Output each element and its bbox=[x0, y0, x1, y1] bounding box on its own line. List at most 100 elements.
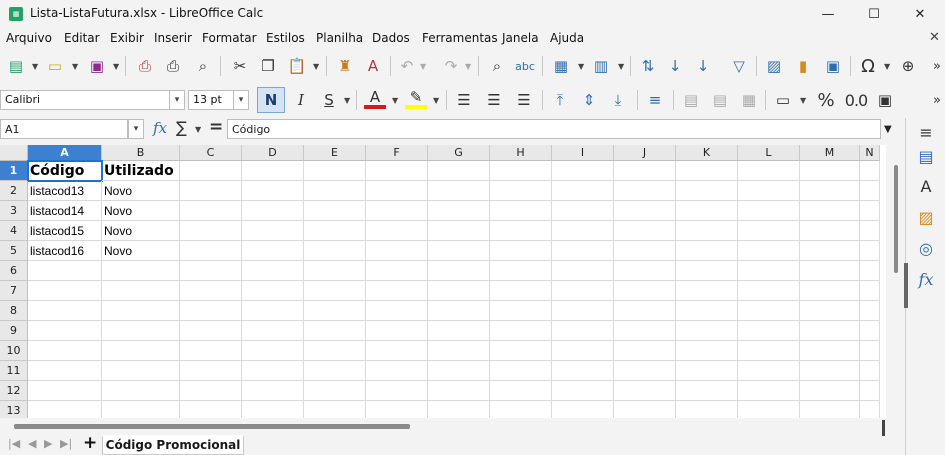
cell-l12[interactable] bbox=[738, 381, 800, 401]
cell-a10[interactable] bbox=[28, 341, 102, 361]
row-header-7[interactable]: 7 bbox=[0, 281, 28, 301]
cell-j6[interactable] bbox=[614, 261, 676, 281]
cell-h4[interactable] bbox=[490, 221, 552, 241]
merge-cells-icon[interactable]: ▤ bbox=[709, 89, 731, 111]
cell-i3[interactable] bbox=[552, 201, 614, 221]
cell-e10[interactable] bbox=[304, 341, 366, 361]
sort-ascending-icon[interactable]: ↓ bbox=[664, 55, 686, 77]
cell-k4[interactable] bbox=[676, 221, 738, 241]
cell-e11[interactable] bbox=[304, 361, 366, 381]
cell-m6[interactable] bbox=[800, 261, 860, 281]
row-header-10[interactable]: 10 bbox=[0, 341, 28, 361]
cell-e7[interactable] bbox=[304, 281, 366, 301]
cell-m1[interactable] bbox=[800, 161, 860, 181]
cell-c1[interactable] bbox=[180, 161, 242, 181]
cell-j4[interactable] bbox=[614, 221, 676, 241]
cell-e4[interactable] bbox=[304, 221, 366, 241]
cell-k8[interactable] bbox=[676, 301, 738, 321]
autofilter-icon[interactable]: ▽ bbox=[728, 55, 750, 77]
row-header-8[interactable]: 8 bbox=[0, 301, 28, 321]
row-header-11[interactable]: 11 bbox=[0, 361, 28, 381]
menu-planilha[interactable]: Planilha bbox=[316, 31, 363, 45]
column-header-m[interactable]: M bbox=[800, 145, 860, 161]
cell-b13[interactable] bbox=[102, 401, 180, 418]
sort-icon[interactable]: ⇅ bbox=[637, 55, 659, 77]
cell-f5[interactable] bbox=[366, 241, 428, 261]
undo-icon[interactable]: ↶ bbox=[396, 55, 418, 77]
overflow-chevron-icon[interactable]: » bbox=[926, 89, 945, 111]
cell-a3[interactable]: listacod14 bbox=[28, 201, 102, 221]
cell-d6[interactable] bbox=[242, 261, 304, 281]
cell-b5[interactable]: Novo bbox=[102, 241, 180, 261]
cell-l9[interactable] bbox=[738, 321, 800, 341]
chevron-down-icon[interactable]: ▼ bbox=[113, 62, 119, 71]
styles-icon[interactable]: A bbox=[914, 174, 938, 198]
menu-exibir[interactable]: Exibir bbox=[110, 31, 144, 45]
cell-k9[interactable] bbox=[676, 321, 738, 341]
chevron-down-icon[interactable]: ▾ bbox=[169, 90, 185, 110]
hyperlink-icon[interactable]: ⊕ bbox=[897, 55, 919, 77]
cell-f3[interactable] bbox=[366, 201, 428, 221]
align-middle-icon[interactable]: ⇕ bbox=[578, 89, 600, 111]
new-document-icon[interactable]: ▤ bbox=[5, 55, 27, 77]
maximize-button[interactable]: ☐ bbox=[851, 0, 897, 28]
cell-h7[interactable] bbox=[490, 281, 552, 301]
chevron-down-icon[interactable]: ▼ bbox=[313, 62, 319, 71]
cell-h5[interactable] bbox=[490, 241, 552, 261]
cell-i2[interactable] bbox=[552, 181, 614, 201]
cell-f13[interactable] bbox=[366, 401, 428, 418]
cell-n7[interactable] bbox=[860, 281, 880, 301]
chevron-down-icon[interactable]: ▼ bbox=[420, 62, 426, 71]
cell-n6[interactable] bbox=[860, 261, 880, 281]
chevron-down-icon[interactable]: ▼ bbox=[465, 62, 471, 71]
cell-a13[interactable] bbox=[28, 401, 102, 418]
cell-b3[interactable]: Novo bbox=[102, 201, 180, 221]
cell-l6[interactable] bbox=[738, 261, 800, 281]
font-size-input[interactable]: 13 pt bbox=[188, 90, 234, 110]
row-header-5[interactable]: 5 bbox=[0, 241, 28, 261]
cell-f4[interactable] bbox=[366, 221, 428, 241]
cell-n4[interactable] bbox=[860, 221, 880, 241]
cell-k7[interactable] bbox=[676, 281, 738, 301]
menu-ajuda[interactable]: Ajuda bbox=[550, 31, 584, 45]
chevron-down-icon[interactable]: ▼ bbox=[433, 96, 439, 105]
cell-g2[interactable] bbox=[428, 181, 490, 201]
row-header-12[interactable]: 12 bbox=[0, 381, 28, 401]
clear-formatting-icon[interactable]: A bbox=[362, 55, 384, 77]
cell-l13[interactable] bbox=[738, 401, 800, 418]
cell-n9[interactable] bbox=[860, 321, 880, 341]
cell-j1[interactable] bbox=[614, 161, 676, 181]
previous-sheet-icon[interactable]: ◀ bbox=[28, 437, 36, 450]
cell-g12[interactable] bbox=[428, 381, 490, 401]
cell-a1[interactable]: Código bbox=[27, 160, 103, 182]
cell-a12[interactable] bbox=[28, 381, 102, 401]
cell-a11[interactable] bbox=[28, 361, 102, 381]
cell-d4[interactable] bbox=[242, 221, 304, 241]
first-sheet-icon[interactable]: |◀ bbox=[8, 437, 20, 450]
cell-b4[interactable]: Novo bbox=[102, 221, 180, 241]
column-header-h[interactable]: H bbox=[490, 145, 552, 161]
properties-icon[interactable]: ▤ bbox=[914, 144, 938, 168]
formula-icon[interactable]: = bbox=[209, 117, 223, 137]
paste-icon[interactable]: 📋 bbox=[286, 55, 308, 77]
cell-b7[interactable] bbox=[102, 281, 180, 301]
number-format-button[interactable]: 0.0 bbox=[845, 89, 868, 111]
cell-f7[interactable] bbox=[366, 281, 428, 301]
cell-h11[interactable] bbox=[490, 361, 552, 381]
cell-d10[interactable] bbox=[242, 341, 304, 361]
cell-c12[interactable] bbox=[180, 381, 242, 401]
minimize-button[interactable]: — bbox=[805, 0, 851, 28]
cell-d5[interactable] bbox=[242, 241, 304, 261]
menu-ferramentas[interactable]: Ferramentas bbox=[422, 31, 498, 45]
cell-m12[interactable] bbox=[800, 381, 860, 401]
cell-k3[interactable] bbox=[676, 201, 738, 221]
cell-i9[interactable] bbox=[552, 321, 614, 341]
cell-a5[interactable]: listacod16 bbox=[28, 241, 102, 261]
cell-n12[interactable] bbox=[860, 381, 880, 401]
cell-m8[interactable] bbox=[800, 301, 860, 321]
sort-descending-icon[interactable]: ↓ bbox=[692, 55, 714, 77]
sidebar-grip[interactable] bbox=[904, 263, 908, 308]
insert-chart-icon[interactable]: ▮ bbox=[792, 55, 814, 77]
export-pdf-icon[interactable]: ⎙ bbox=[134, 55, 156, 77]
cell-n10[interactable] bbox=[860, 341, 880, 361]
